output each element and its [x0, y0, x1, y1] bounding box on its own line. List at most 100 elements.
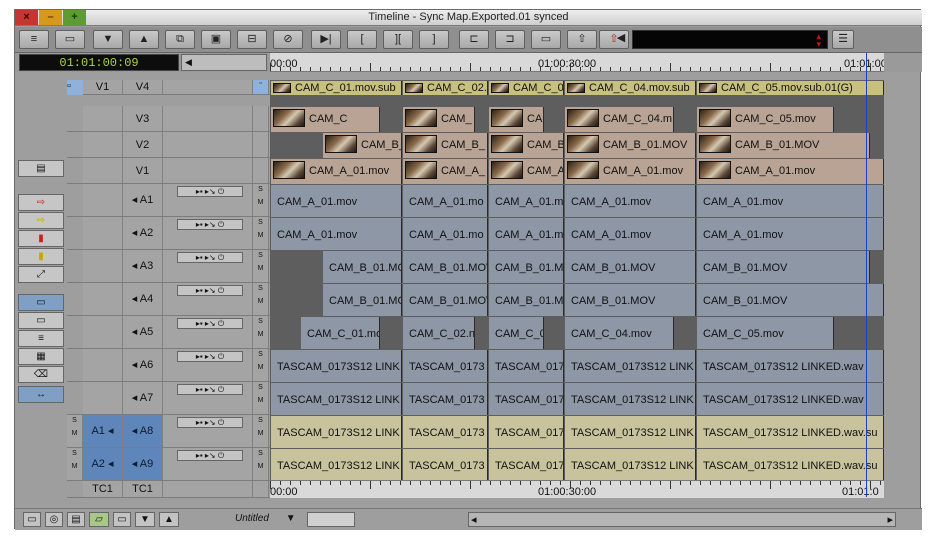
record-track-button[interactable]: ◂ A3 — [123, 250, 163, 282]
grid-icon[interactable]: ▦ — [18, 348, 64, 365]
timeline-clip[interactable]: CAM_B_01.MO — [323, 251, 402, 283]
timeline-clip[interactable]: CAM_B_01.MOV — [565, 133, 696, 158]
solo-mute-buttons[interactable]: SM — [253, 283, 269, 315]
timeline-clip[interactable]: CAM_A_01.mov — [697, 159, 884, 184]
timeline-clip[interactable]: TASCAM_0173S12 LINKED.wav.su — [697, 416, 884, 448]
track-controls[interactable]: ▸▪ ▸↘ ⏻ — [163, 283, 253, 315]
clear-marks-icon[interactable]: ⊘ — [273, 30, 303, 49]
timeline-clip[interactable]: TASCAM_0173S12 LINKED.wav — [697, 350, 884, 382]
timeline-clip[interactable]: TASCAM_0173 — [403, 416, 488, 448]
record-track-button[interactable]: ◂ A7 — [123, 382, 163, 414]
source-solo-mute[interactable]: SM — [67, 415, 83, 447]
sequence-name-field[interactable]: Untitled ▼ — [215, 512, 307, 527]
timeline-clip[interactable]: CAM_ — [403, 107, 475, 132]
timeline-clip[interactable]: CAM_C_0 — [489, 317, 544, 349]
solo-mute-buttons[interactable] — [253, 158, 269, 183]
record-track-button[interactable]: ◂ A1 — [123, 184, 163, 216]
record-track-button[interactable]: ◂ A9 — [123, 448, 163, 480]
source-track-button[interactable] — [83, 158, 123, 183]
timecode-nav[interactable]: ◀ — [181, 54, 267, 71]
source-track-button[interactable] — [83, 382, 123, 414]
audio-track-controls[interactable]: ▸▪ ▸↘ ⏻ — [177, 318, 243, 329]
audio-track-controls[interactable]: ▸▪ ▸↘ ⏻ — [177, 186, 243, 197]
horizontal-scrollbar[interactable]: ◂ ▸ — [468, 512, 896, 527]
record-track-button[interactable]: ◂ A4 — [123, 283, 163, 315]
record-track-button[interactable]: V3 — [123, 106, 163, 131]
timeline-clip[interactable]: TASCAM_0173S12 LINK — [565, 383, 696, 415]
timeline-settings-icon[interactable]: ≡ — [19, 30, 49, 49]
record-track-button[interactable]: ◂ A8 — [123, 415, 163, 447]
track-height-button[interactable]: ▭ — [23, 512, 41, 527]
source-track-button[interactable] — [83, 132, 123, 157]
timeline-clip[interactable]: CAM_C_01.mov.sub — [271, 81, 402, 95]
yellow-trim-icon[interactable]: ▮ — [18, 248, 64, 265]
track-controls[interactable]: ▸▪ ▸↘ ⏻ — [163, 217, 253, 249]
red-lift-icon[interactable]: ▮ — [18, 230, 64, 247]
scroll-up-button[interactable]: ▲ — [159, 512, 179, 527]
record-track-button[interactable]: ◂ A5 — [123, 316, 163, 348]
timeline-clip[interactable]: TASCAM_0173S12 LINK — [565, 350, 696, 382]
timeline-clip[interactable]: CAM_B_01.MOV — [565, 251, 696, 283]
timeline-clip[interactable]: TASCAM_017 — [489, 449, 564, 481]
lock-icon[interactable]: ▫ — [67, 80, 83, 95]
solo-mute-buttons[interactable]: SM — [253, 217, 269, 249]
source-track-button[interactable]: A2 ◂ — [83, 448, 123, 480]
timeline-clip[interactable]: CAM_A_01.mov — [271, 185, 402, 217]
mark-in-icon[interactable]: [ — [347, 30, 377, 49]
timeline-clip[interactable]: CAM_A_01.mov — [565, 159, 696, 184]
timeline-clip[interactable]: TASCAM_0173S12 LINK — [565, 416, 696, 448]
track-controls[interactable]: ▸▪ ▸↘ ⏻ — [163, 415, 253, 447]
source-track-button[interactable] — [83, 250, 123, 282]
timeline-clip[interactable]: CAM_C — [271, 107, 380, 132]
bottom-icon[interactable]: ⊐ — [495, 30, 525, 49]
source-track-button[interactable] — [83, 316, 123, 348]
timeline-clip[interactable]: CAM_A_01.mov — [565, 218, 696, 250]
timeline-clip[interactable]: CAM_B_01.MOV — [565, 284, 696, 316]
timeline-clip[interactable]: TASCAM_0173S12 LINK — [271, 416, 402, 448]
top-icon[interactable]: ⊏ — [459, 30, 489, 49]
source-track-button[interactable]: A1 ◂ — [83, 415, 123, 447]
color-button[interactable]: ▱ — [89, 512, 109, 527]
solo-mute-buttons[interactable]: SM — [253, 448, 269, 480]
display-mode-button[interactable]: ▤ — [67, 512, 85, 527]
audio-track-controls[interactable]: ▸▪ ▸↘ ⏻ — [177, 417, 243, 428]
timeline-clip[interactable]: CAM_A_ — [403, 159, 488, 184]
timeline-clip[interactable]: CAM_B_01.M — [489, 251, 564, 283]
timeline-ruler-top[interactable]: 00:0001:00:30:0001:01:00:00 — [270, 53, 884, 72]
timeline-clip[interactable]: CAM_C_0 — [489, 81, 564, 95]
track-controls[interactable]: ▸▪ ▸↘ ⏻ — [163, 382, 253, 414]
scroll-right-icon[interactable]: ▸ — [887, 513, 893, 526]
timeline-clip[interactable]: CAM_B_01.MOV — [697, 284, 884, 316]
audio-track-controls[interactable]: ▸▪ ▸↘ ⏻ — [177, 285, 243, 296]
record-track-button[interactable]: ◂ A2 — [123, 217, 163, 249]
timeline-clip[interactable]: CAM_A_01.mov — [565, 185, 696, 217]
solo-mute-buttons[interactable]: SM — [253, 349, 269, 381]
timeline-clip[interactable]: CAM_C_02. — [403, 81, 488, 95]
source-track-button[interactable] — [83, 184, 123, 216]
resize-icon[interactable]: ⤢ — [18, 266, 64, 283]
zoom-slider[interactable] — [307, 512, 355, 527]
record-track-button[interactable]: V1 — [123, 158, 163, 183]
track-controls[interactable]: ▸▪ ▸↘ ⏻ — [163, 349, 253, 381]
timeline-clip[interactable]: CAM_A_01.mov — [697, 218, 884, 250]
eraser-icon[interactable]: ⌫ — [18, 366, 64, 383]
mark-both-icon[interactable]: ][ — [383, 30, 413, 49]
timeline-clip[interactable]: CAM_B_ — [403, 133, 488, 158]
timeline-clip[interactable]: CAM_A — [489, 159, 564, 184]
record-track-button[interactable]: ◂ A6 — [123, 349, 163, 381]
solo-mute-buttons[interactable]: SM — [253, 184, 269, 216]
timeline-clip[interactable]: CA — [489, 107, 544, 132]
timeline-clip[interactable]: CAM_C_01.mo — [301, 317, 380, 349]
track-controls[interactable]: ▸▪ ▸↘ ⏻ — [163, 184, 253, 216]
timeline-clip[interactable]: TASCAM_0173S12 LINK — [271, 383, 402, 415]
dropdown-arrow-icon[interactable]: ▼ — [286, 513, 296, 524]
solo-mute-buttons[interactable]: SM — [253, 316, 269, 348]
timeline-ruler-bottom[interactable]: 00:00 01:00:30:00 01:01:0 — [270, 480, 884, 498]
clip-frames-icon[interactable]: ▭ — [55, 30, 85, 49]
monitor-icon[interactable]: ▭ — [113, 512, 131, 527]
timeline-clip[interactable]: CAM_A_01.mo — [403, 218, 488, 250]
collapse-icon[interactable]: ▭ — [531, 30, 561, 49]
monitor-icon[interactable]: ▭ — [18, 312, 64, 329]
timecode-display[interactable]: 01:01:00:09 — [19, 54, 179, 71]
source-track-button[interactable] — [83, 349, 123, 381]
